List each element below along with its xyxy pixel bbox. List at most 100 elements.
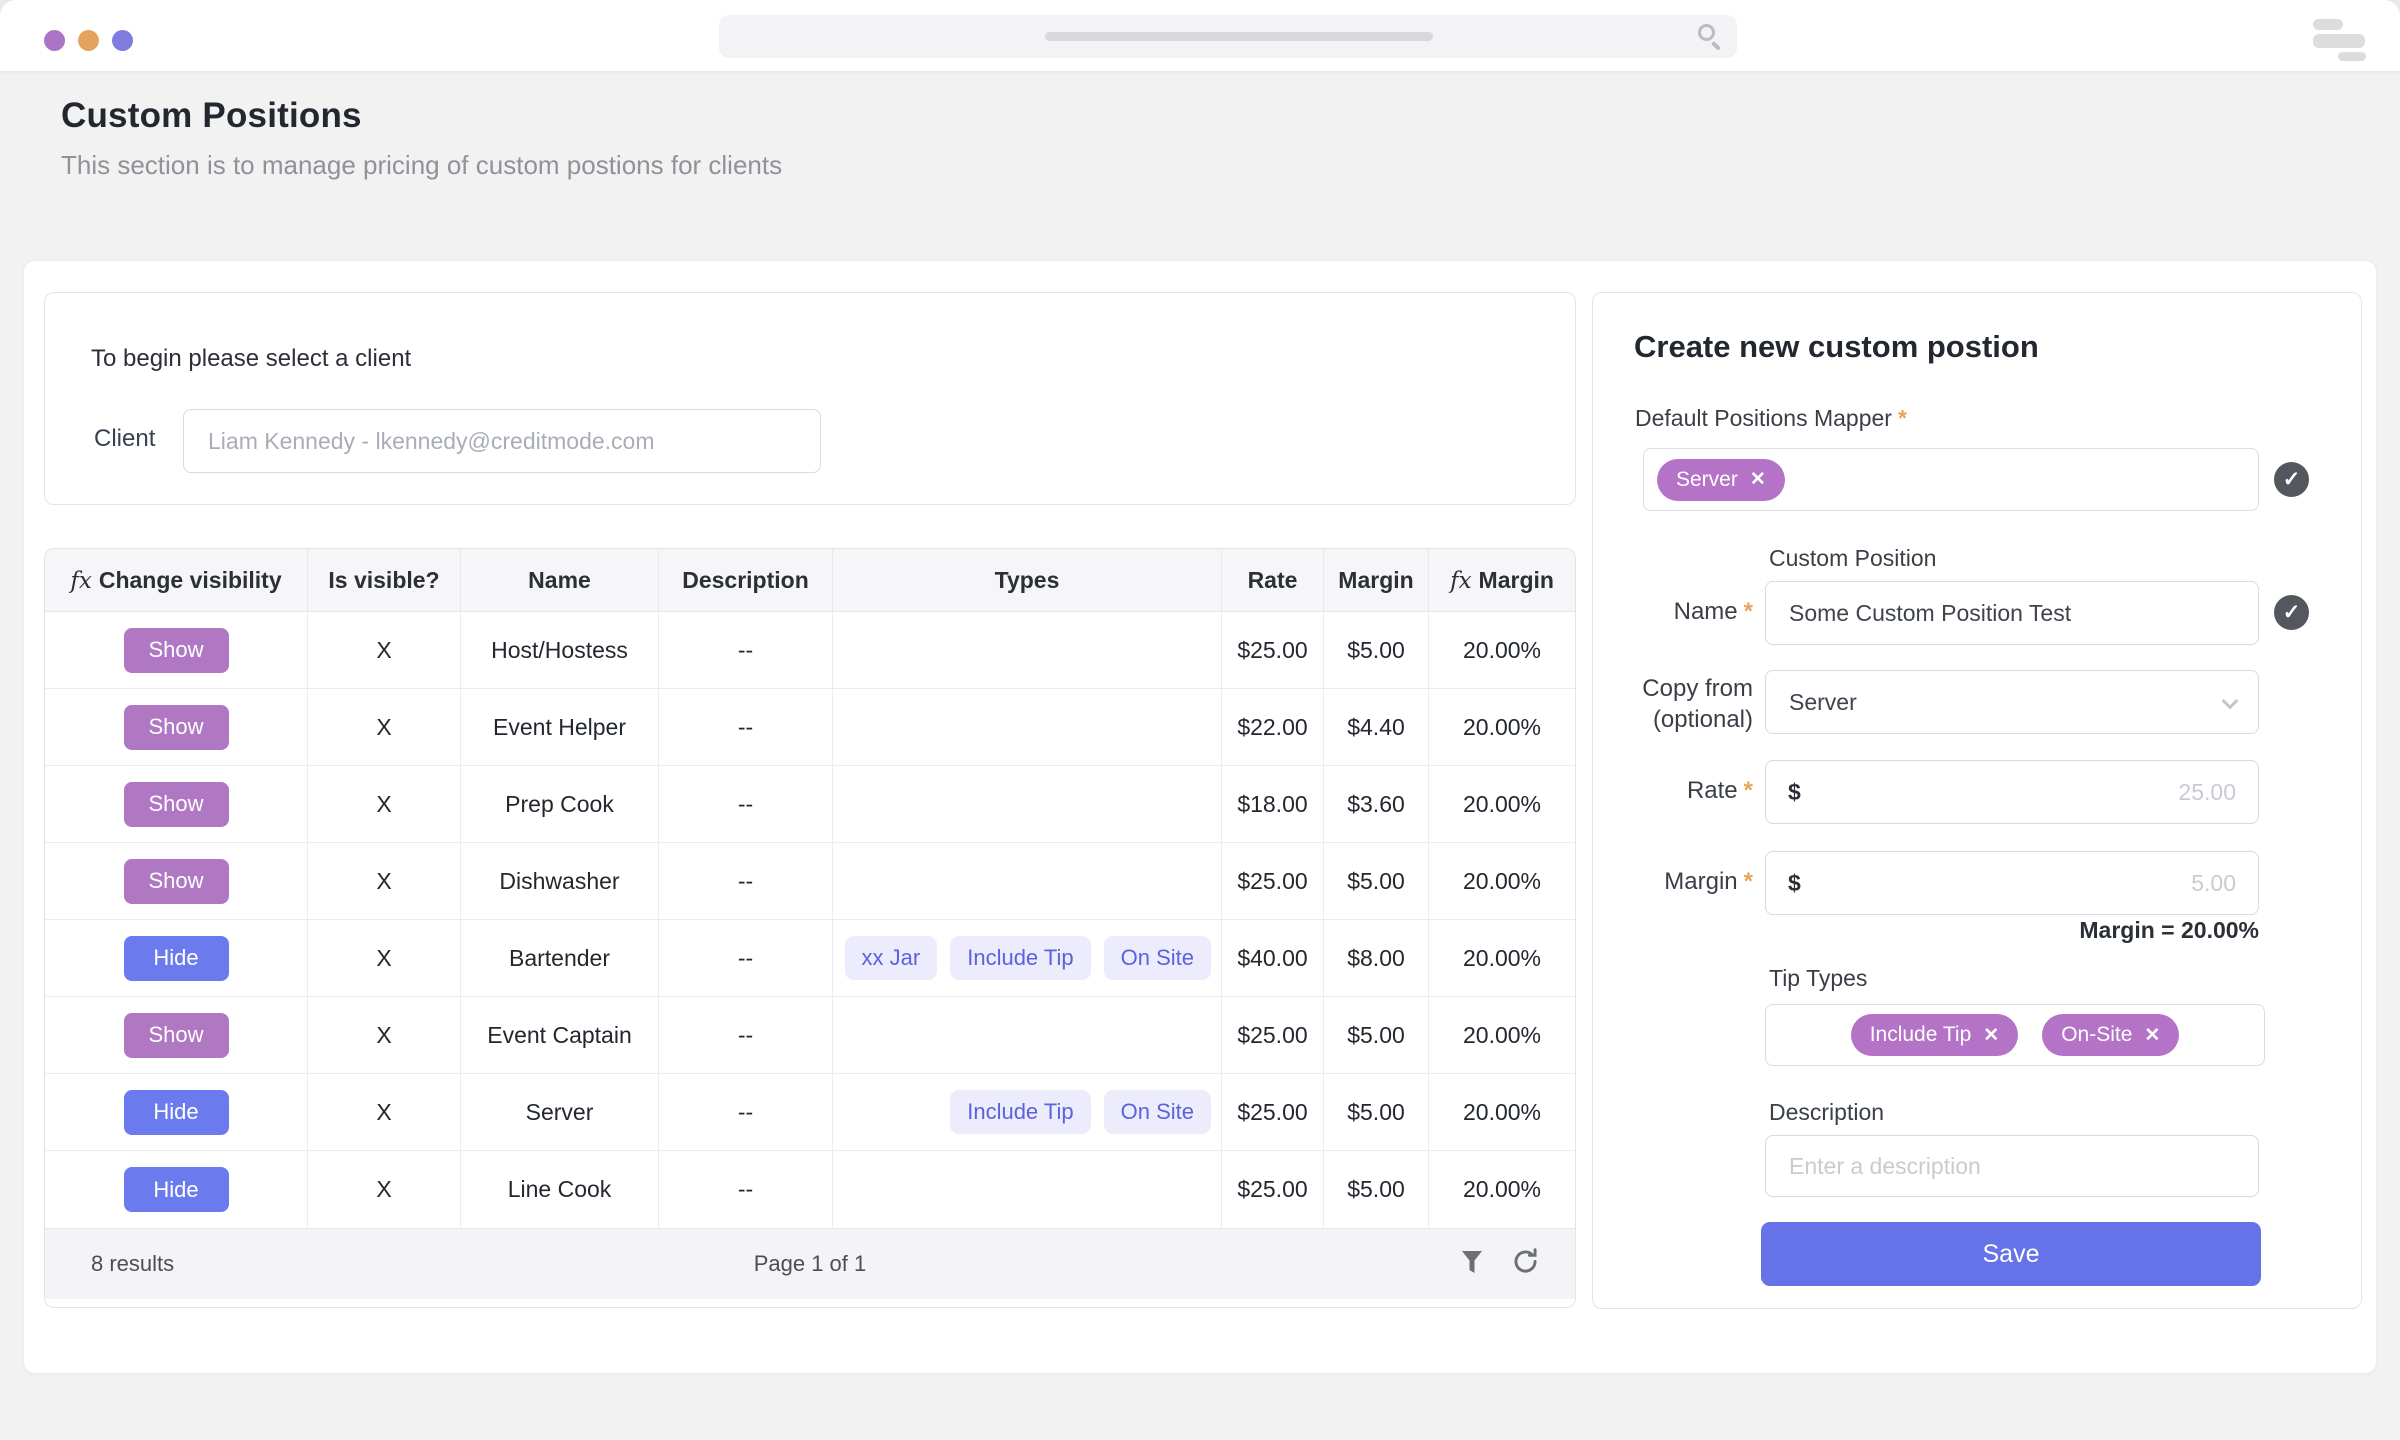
chip-remove-icon[interactable]: ✕ bbox=[1983, 1024, 1999, 1047]
margin-input[interactable]: $ 5.00 bbox=[1765, 851, 2259, 915]
traffic-light-buttons bbox=[44, 30, 133, 51]
margin-label: Margin* bbox=[1593, 868, 1753, 896]
currency-prefix: $ bbox=[1788, 779, 1801, 806]
position-name-cell: Event Captain bbox=[461, 997, 659, 1074]
position-name-cell: Line Cook bbox=[461, 1151, 659, 1228]
visibility-toggle-button[interactable]: Show bbox=[124, 859, 229, 904]
table-footer: 8 results Page 1 of 1 bbox=[45, 1228, 1575, 1299]
visibility-toggle-button[interactable]: Hide bbox=[124, 1090, 229, 1135]
mapper-multiselect[interactable]: Server ✕ bbox=[1643, 448, 2259, 511]
visibility-toggle-button[interactable]: Show bbox=[124, 705, 229, 750]
table-row: ShowXEvent Helper--$22.00$4.4020.00% bbox=[45, 689, 1575, 766]
tip-types-label: Tip Types bbox=[1769, 965, 1867, 992]
description-cell: -- bbox=[659, 843, 833, 920]
chip-remove-icon[interactable]: ✕ bbox=[1750, 468, 1766, 491]
visibility-toggle-button[interactable]: Hide bbox=[124, 936, 229, 981]
types-cell: Include Tip On Site bbox=[833, 1074, 1222, 1151]
fx-margin-cell: 20.00% bbox=[1429, 689, 1575, 766]
name-label: Name* bbox=[1593, 598, 1753, 626]
margin-cell: $5.00 bbox=[1324, 1151, 1429, 1228]
types-cell bbox=[833, 1151, 1222, 1228]
browser-address-bar[interactable] bbox=[719, 15, 1737, 58]
is-visible-cell: X bbox=[308, 766, 461, 843]
tip-type-chip: On-Site✕ bbox=[2042, 1014, 2179, 1056]
is-visible-cell: X bbox=[308, 997, 461, 1074]
client-label: Client bbox=[94, 425, 155, 453]
rate-cell: $18.00 bbox=[1222, 766, 1324, 843]
page-title: Custom Positions bbox=[61, 96, 362, 136]
client-select-input[interactable]: Liam Kennedy - lkennedy@creditmode.com bbox=[183, 409, 821, 473]
filter-icon[interactable] bbox=[1460, 1249, 1484, 1275]
fx-margin-cell: 20.00% bbox=[1429, 1074, 1575, 1151]
fx-function-icon: fx bbox=[1450, 568, 1471, 594]
description-cell: -- bbox=[659, 920, 833, 997]
description-cell: -- bbox=[659, 1074, 833, 1151]
fx-margin-cell: 20.00% bbox=[1429, 997, 1575, 1074]
type-chip: On Site bbox=[1104, 1090, 1211, 1134]
column-header: Types bbox=[833, 549, 1222, 612]
type-chip: xx Jar bbox=[845, 936, 938, 980]
margin-cell: $5.00 bbox=[1324, 612, 1429, 689]
required-asterisk: * bbox=[1898, 405, 1907, 431]
positions-table: fxChange visibilityIs visible?NameDescri… bbox=[44, 548, 1576, 1308]
visibility-toggle-button[interactable]: Show bbox=[124, 782, 229, 827]
rate-label: Rate* bbox=[1593, 777, 1753, 805]
column-header: fxMargin bbox=[1429, 549, 1575, 612]
margin-cell: $5.00 bbox=[1324, 997, 1429, 1074]
types-cell bbox=[833, 843, 1222, 920]
mapper-chip-server: Server ✕ bbox=[1657, 459, 1785, 501]
mapper-valid-check-icon: ✓ bbox=[2274, 462, 2309, 497]
window-dot-3[interactable] bbox=[112, 30, 133, 51]
rate-cell: $25.00 bbox=[1222, 997, 1324, 1074]
rate-input[interactable]: $ 25.00 bbox=[1765, 760, 2259, 824]
table-row: ShowXDishwasher--$25.00$5.0020.00% bbox=[45, 843, 1575, 920]
pagination-info: Page 1 of 1 bbox=[45, 1251, 1575, 1277]
rate-cell: $40.00 bbox=[1222, 920, 1324, 997]
types-cell bbox=[833, 766, 1222, 843]
window-dot-2[interactable] bbox=[78, 30, 99, 51]
visibility-toggle-button[interactable]: Show bbox=[124, 1013, 229, 1058]
fx-margin-cell: 20.00% bbox=[1429, 843, 1575, 920]
column-header: Rate bbox=[1222, 549, 1324, 612]
position-name-cell: Bartender bbox=[461, 920, 659, 997]
table-row: ShowXPrep Cook--$18.00$3.6020.00% bbox=[45, 766, 1575, 843]
fx-margin-cell: 20.00% bbox=[1429, 766, 1575, 843]
description-label: Description bbox=[1769, 1099, 1884, 1126]
refresh-icon[interactable] bbox=[1512, 1248, 1539, 1275]
description-input[interactable]: Enter a description bbox=[1765, 1135, 2259, 1197]
rate-cell: $25.00 bbox=[1222, 1151, 1324, 1228]
mapper-label: Default Positions Mapper* bbox=[1635, 405, 1907, 432]
position-name-cell: Host/Hostess bbox=[461, 612, 659, 689]
client-panel-heading: To begin please select a client bbox=[91, 345, 411, 373]
type-chip: Include Tip bbox=[950, 936, 1090, 980]
window-menu-icon[interactable] bbox=[2306, 19, 2362, 55]
margin-cell: $8.00 bbox=[1324, 920, 1429, 997]
types-cell bbox=[833, 997, 1222, 1074]
chevron-down-icon bbox=[2222, 693, 2239, 710]
type-chip: Include Tip bbox=[950, 1090, 1090, 1134]
save-button[interactable]: Save bbox=[1761, 1222, 2261, 1286]
required-asterisk: * bbox=[1744, 598, 1753, 625]
is-visible-cell: X bbox=[308, 1151, 461, 1228]
rate-cell: $25.00 bbox=[1222, 612, 1324, 689]
position-name-cell: Event Helper bbox=[461, 689, 659, 766]
form-heading: Create new custom postion bbox=[1634, 329, 2039, 365]
address-placeholder-line bbox=[1045, 32, 1433, 41]
position-name-cell: Prep Cook bbox=[461, 766, 659, 843]
search-icon[interactable] bbox=[1698, 24, 1715, 41]
client-select-panel: To begin please select a client Client L… bbox=[44, 292, 1576, 505]
visibility-toggle-button[interactable]: Show bbox=[124, 628, 229, 673]
description-cell: -- bbox=[659, 612, 833, 689]
visibility-toggle-button[interactable]: Hide bbox=[124, 1167, 229, 1212]
copy-from-select[interactable]: Server bbox=[1765, 670, 2259, 734]
table-row: ShowXEvent Captain--$25.00$5.0020.00% bbox=[45, 997, 1575, 1074]
name-input[interactable]: Some Custom Position Test bbox=[1765, 581, 2259, 645]
chip-remove-icon[interactable]: ✕ bbox=[2144, 1024, 2160, 1047]
is-visible-cell: X bbox=[308, 1074, 461, 1151]
types-cell bbox=[833, 689, 1222, 766]
tip-types-multiselect[interactable]: Include Tip✕On-Site✕ bbox=[1765, 1004, 2265, 1066]
window-dot-1[interactable] bbox=[44, 30, 65, 51]
rate-cell: $25.00 bbox=[1222, 1074, 1324, 1151]
rate-cell: $22.00 bbox=[1222, 689, 1324, 766]
description-cell: -- bbox=[659, 1151, 833, 1228]
